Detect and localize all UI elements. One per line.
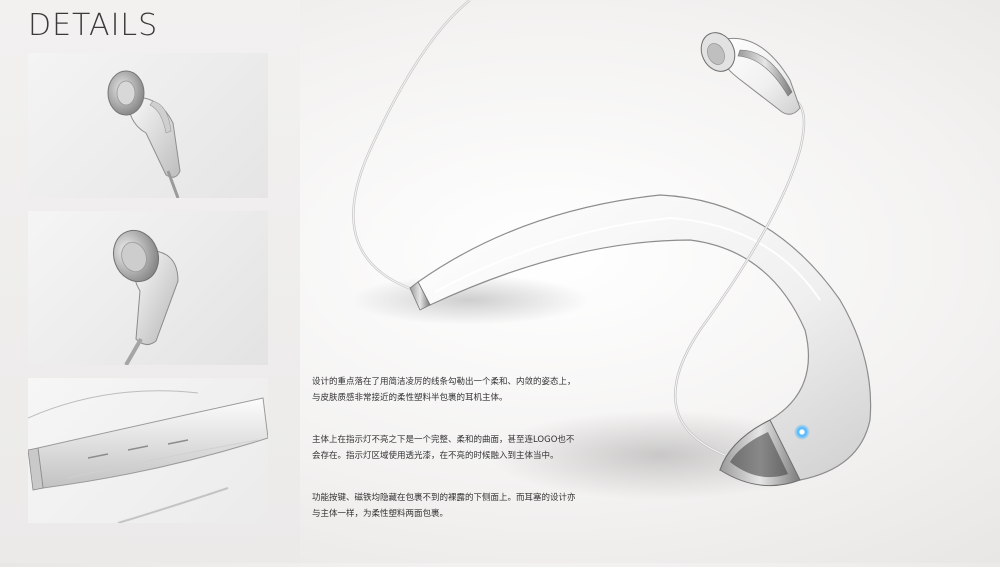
description-paragraph-2: 主体上在指示灯不亮之下是一个完整、柔和的曲面，甚至连LOGO也不 会存在。指示灯… xyxy=(312,432,642,464)
detail-image-earbud-angle xyxy=(28,211,268,365)
presentation-slide: DETAILS 设计的重点落在了用简洁凌厉的线条勾勒出一个柔和、内敛的姿态上， … xyxy=(0,0,1000,563)
description-line: 会存在。指示灯区域使用透光漆，在不亮的时候融入到主体当中。 xyxy=(312,451,559,461)
description-line: 功能按键、磁铁均隐藏在包裹不到的裸露的下侧面上。而耳塞的设计亦 xyxy=(312,493,576,503)
neckband-buttons-illustration xyxy=(28,390,268,523)
description-paragraph-1: 设计的重点落在了用简洁凌厉的线条勾勒出一个柔和、内敛的姿态上， 与皮肤质感非常接… xyxy=(312,374,642,406)
description-line: 设计的重点落在了用简洁凌厉的线条勾勒出一个柔和、内敛的姿态上， xyxy=(312,377,576,387)
description-line: 与主体一样，为柔性塑料两面包裹。 xyxy=(312,509,449,519)
earbud-angle-illustration xyxy=(112,229,179,365)
description-line: 与皮肤质感非常接近的柔性塑料半包裹的耳机主体。 xyxy=(312,393,508,403)
detail-image-earbud-closeup xyxy=(28,53,268,198)
earbud-icon xyxy=(700,32,801,115)
description-paragraph-3: 功能按键、磁铁均隐藏在包裹不到的裸露的下侧面上。而耳塞的设计亦 与主体一样，为柔… xyxy=(312,490,642,522)
hero-image-neckband-headset xyxy=(300,0,1000,563)
page-title: DETAILS xyxy=(28,8,159,43)
earbud-closeup-illustration xyxy=(107,70,181,198)
description-line: 主体上在指示灯不亮之下是一个完整、柔和的曲面，甚至连LOGO也不 xyxy=(312,435,575,445)
neckband-headset-illustration xyxy=(350,0,872,500)
detail-image-neckband-buttons xyxy=(28,378,268,523)
